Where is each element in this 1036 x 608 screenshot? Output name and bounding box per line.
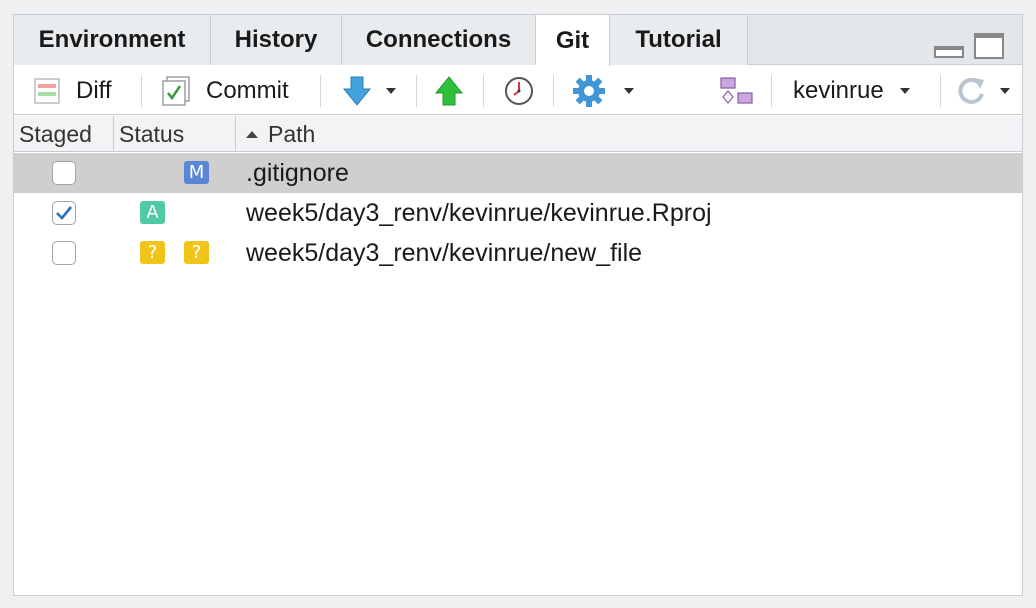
status-badge-untracked: ? [140, 241, 165, 264]
maximize-icon[interactable] [974, 33, 1004, 59]
branch-selector[interactable]: kevinrue [793, 66, 910, 115]
commit-icon [162, 75, 190, 106]
tab-git[interactable]: Git [536, 15, 610, 66]
status-code: ? [191, 242, 202, 263]
chevron-down-icon [899, 87, 910, 94]
tab-connections[interactable]: Connections [342, 15, 536, 65]
diff-label: Diff [76, 76, 112, 104]
push-arrow-icon [434, 75, 464, 105]
toolbar-divider [940, 75, 941, 107]
commit-label: Commit [206, 76, 289, 104]
file-path-text: week5/day3_renv/kevinrue/new_file [246, 238, 643, 267]
staged-checkbox[interactable] [52, 201, 76, 225]
history-button[interactable] [504, 66, 534, 115]
file-row[interactable]: ? ? week5/day3_renv/kevinrue/new_file [14, 233, 1022, 273]
file-path: .gitignore [246, 153, 349, 193]
file-path-text: week5/day3_renv/kevinrue/kevinrue.Rproj [246, 198, 712, 227]
toolbar-divider [416, 75, 417, 107]
toolbar-divider [141, 75, 142, 107]
status-badge-added: A [140, 201, 165, 224]
tab-history[interactable]: History [211, 15, 342, 65]
column-label: Path [268, 120, 316, 147]
status-badge-modified: M [184, 161, 209, 184]
window-controls [934, 33, 1004, 59]
git-pane: Environment History Connections Git Tuto… [13, 14, 1023, 596]
tab-label: Git [555, 26, 590, 54]
status-code: A [146, 202, 159, 223]
branch-icon [720, 76, 753, 104]
commit-button[interactable]: Commit [162, 66, 289, 115]
file-path: week5/day3_renv/kevinrue/new_file [246, 233, 642, 273]
chevron-down-icon[interactable] [1000, 87, 1010, 94]
checkmark-icon [56, 206, 72, 220]
file-path: week5/day3_renv/kevinrue/kevinrue.Rproj [246, 193, 712, 233]
sort-ascending-icon [246, 130, 258, 138]
toolbar-divider [553, 75, 554, 107]
chevron-down-icon[interactable] [624, 87, 634, 94]
file-row[interactable]: M .gitignore [14, 153, 1022, 193]
tab-bar: Environment History Connections Git Tuto… [14, 15, 1022, 66]
file-path-text: .gitignore [246, 158, 349, 187]
status-badge-untracked: ? [184, 241, 209, 264]
status-code: M [188, 162, 205, 183]
refresh-button[interactable] [954, 66, 1010, 115]
tab-label: Environment [38, 26, 186, 53]
git-toolbar: Diff Commit kevinrue [14, 66, 1022, 115]
clock-icon [505, 76, 533, 105]
file-row[interactable]: A week5/day3_renv/kevinrue/kevinrue.Rpro… [14, 193, 1022, 233]
status-code: ? [147, 242, 158, 263]
column-label: Status [119, 120, 185, 147]
gear-icon [573, 74, 605, 107]
tab-label: Connections [365, 26, 512, 53]
refresh-icon [958, 77, 984, 104]
diff-icon [34, 77, 60, 104]
diff-button[interactable]: Diff [34, 66, 112, 115]
column-header-path[interactable]: Path [236, 116, 1022, 152]
minimize-icon[interactable] [934, 46, 964, 58]
tab-tutorial[interactable]: Tutorial [610, 15, 748, 65]
more-button[interactable] [572, 66, 634, 115]
column-header-status[interactable]: Status [114, 116, 236, 152]
toolbar-divider [771, 75, 772, 107]
staged-checkbox[interactable] [52, 161, 76, 185]
new-branch-button[interactable] [720, 66, 754, 115]
column-header-staged[interactable]: Staged [14, 116, 114, 152]
column-label: Staged [19, 120, 92, 147]
tab-label: Tutorial [635, 26, 722, 53]
pull-arrow-icon [342, 76, 372, 106]
branch-label: kevinrue [793, 76, 884, 104]
tab-label: History [234, 26, 318, 53]
chevron-down-icon[interactable] [386, 87, 396, 94]
staged-checkbox[interactable] [52, 241, 76, 265]
toolbar-divider [320, 75, 321, 107]
toolbar-divider [483, 75, 484, 107]
pull-button[interactable] [342, 66, 396, 115]
column-header-row: Staged Status Path [14, 116, 1022, 152]
push-button[interactable] [434, 66, 464, 115]
tab-environment[interactable]: Environment [14, 15, 211, 65]
